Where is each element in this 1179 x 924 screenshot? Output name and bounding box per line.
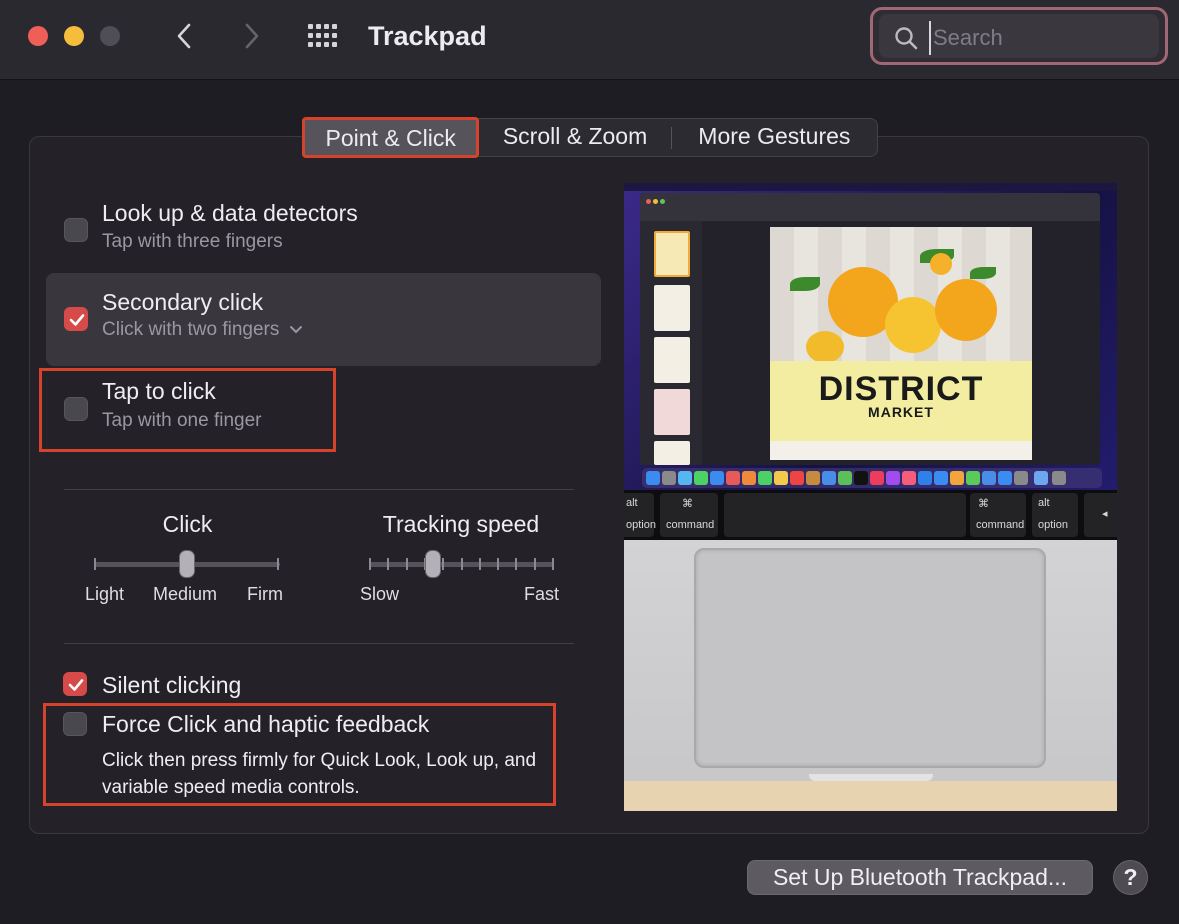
preview-thumbnail: [654, 231, 690, 277]
preview-thumbnail: [654, 285, 690, 331]
force-click-title: Force Click and haptic feedback: [102, 711, 430, 737]
search-icon: [895, 27, 918, 50]
setup-bluetooth-trackpad-button[interactable]: Set Up Bluetooth Trackpad...: [747, 860, 1093, 895]
back-button[interactable]: [166, 18, 202, 54]
title-bar: Trackpad: [0, 0, 1179, 80]
show-all-button[interactable]: [306, 22, 340, 50]
slider-tick: [515, 558, 517, 570]
preview-thumbnail: [654, 337, 690, 383]
search-input[interactable]: [929, 21, 1149, 55]
tracking-speed-title: Tracking speed: [382, 511, 540, 537]
search-field-container: [870, 7, 1168, 65]
divider: [64, 643, 574, 644]
force-click-description: Click then press firmly for Quick Look, …: [102, 750, 537, 798]
chevron-left-icon: [177, 23, 191, 49]
zoom-window-button[interactable]: [100, 26, 120, 46]
secondary-click-popup[interactable]: Click with two fingers: [102, 319, 303, 341]
slider-tick: [552, 558, 554, 570]
preview-spacebar: [724, 493, 966, 537]
fruit-image: [885, 297, 941, 353]
divider: [64, 489, 574, 490]
click-slider-title: Click: [162, 511, 213, 537]
preview-toolbar: [640, 193, 1100, 221]
tab-point-and-click[interactable]: Point & Click: [302, 116, 480, 158]
slider-tick: [277, 558, 279, 570]
help-button[interactable]: ?: [1113, 860, 1148, 895]
checkmark-icon: [68, 679, 84, 691]
chevron-down-icon: [289, 326, 302, 334]
slider-tick: [387, 558, 389, 570]
click-label-firm: Firm: [247, 584, 283, 604]
tab-scroll-and-zoom[interactable]: Scroll & Zoom: [479, 118, 670, 157]
tab-bar: Point & Click Scroll & Zoom More Gesture…: [302, 116, 878, 158]
fruit-image: [930, 253, 952, 275]
tracking-label-slow: Slow: [360, 584, 400, 604]
forward-button[interactable]: [234, 18, 270, 54]
poster-subtitle: MARKET: [868, 404, 934, 420]
preview-keyboard: alt option ⌘ command ⌘ command alt option ◂: [624, 490, 1117, 540]
click-slider-knob[interactable]: [179, 550, 195, 578]
tap-to-click-title: Tap to click: [102, 378, 216, 404]
preview-desk: [624, 781, 1117, 811]
lookup-title: Look up & data detectors: [102, 200, 358, 226]
preview-thumbnails: [640, 221, 702, 465]
search-field[interactable]: [879, 14, 1159, 58]
tap-to-click-checkbox[interactable]: [64, 397, 88, 421]
preview-menubar: [624, 183, 1117, 191]
tracking-label-fast: Fast: [524, 584, 560, 604]
slider-tick: [369, 558, 371, 570]
window-title: Trackpad: [368, 21, 487, 51]
tracking-speed-knob[interactable]: [425, 550, 441, 578]
preview-thumbnail: [654, 441, 690, 465]
slider-tick: [461, 558, 463, 570]
slider-tick: [406, 558, 408, 570]
close-window-button[interactable]: [28, 26, 48, 46]
slider-tick: [442, 558, 444, 570]
minimize-window-button[interactable]: [64, 26, 84, 46]
tab-more-gestures[interactable]: More Gestures: [672, 118, 877, 157]
preview-laptop-body: [624, 540, 1117, 811]
tap-to-click-subtitle: Tap with one finger: [102, 410, 262, 431]
click-label-medium: Medium: [153, 584, 218, 604]
secondary-click-value: Click with two fingers: [102, 319, 280, 340]
preview-laptop-lip: [809, 774, 933, 781]
secondary-click-checkbox[interactable]: [64, 307, 88, 331]
preview-thumbnail: [654, 389, 690, 435]
click-label-light: Light: [85, 584, 125, 604]
force-click-checkbox[interactable]: [63, 712, 87, 736]
lookup-subtitle: Tap with three fingers: [102, 231, 283, 252]
silent-clicking-checkbox[interactable]: [63, 672, 87, 696]
secondary-click-title: Secondary click: [102, 289, 264, 315]
preview-poster: DISTRICT MARKET: [770, 227, 1032, 460]
fruit-image: [935, 279, 997, 341]
lookup-checkbox[interactable]: [64, 218, 88, 242]
checkmark-icon: [69, 314, 85, 326]
fruit-image: [806, 331, 844, 363]
preview-trackpad: [694, 548, 1046, 768]
slider-tick: [497, 558, 499, 570]
slider-tick: [94, 558, 96, 570]
grid-icon: [308, 24, 337, 47]
chevron-right-icon: [245, 23, 259, 49]
preview-screen: DISTRICT MARKET: [624, 183, 1117, 490]
gesture-preview: DISTRICT MARKET alt option ⌘ command ⌘ comm…: [624, 183, 1117, 811]
slider-tick: [479, 558, 481, 570]
preview-dock: [642, 468, 1102, 488]
silent-clicking-title: Silent clicking: [102, 672, 242, 698]
slider-tick: [534, 558, 536, 570]
